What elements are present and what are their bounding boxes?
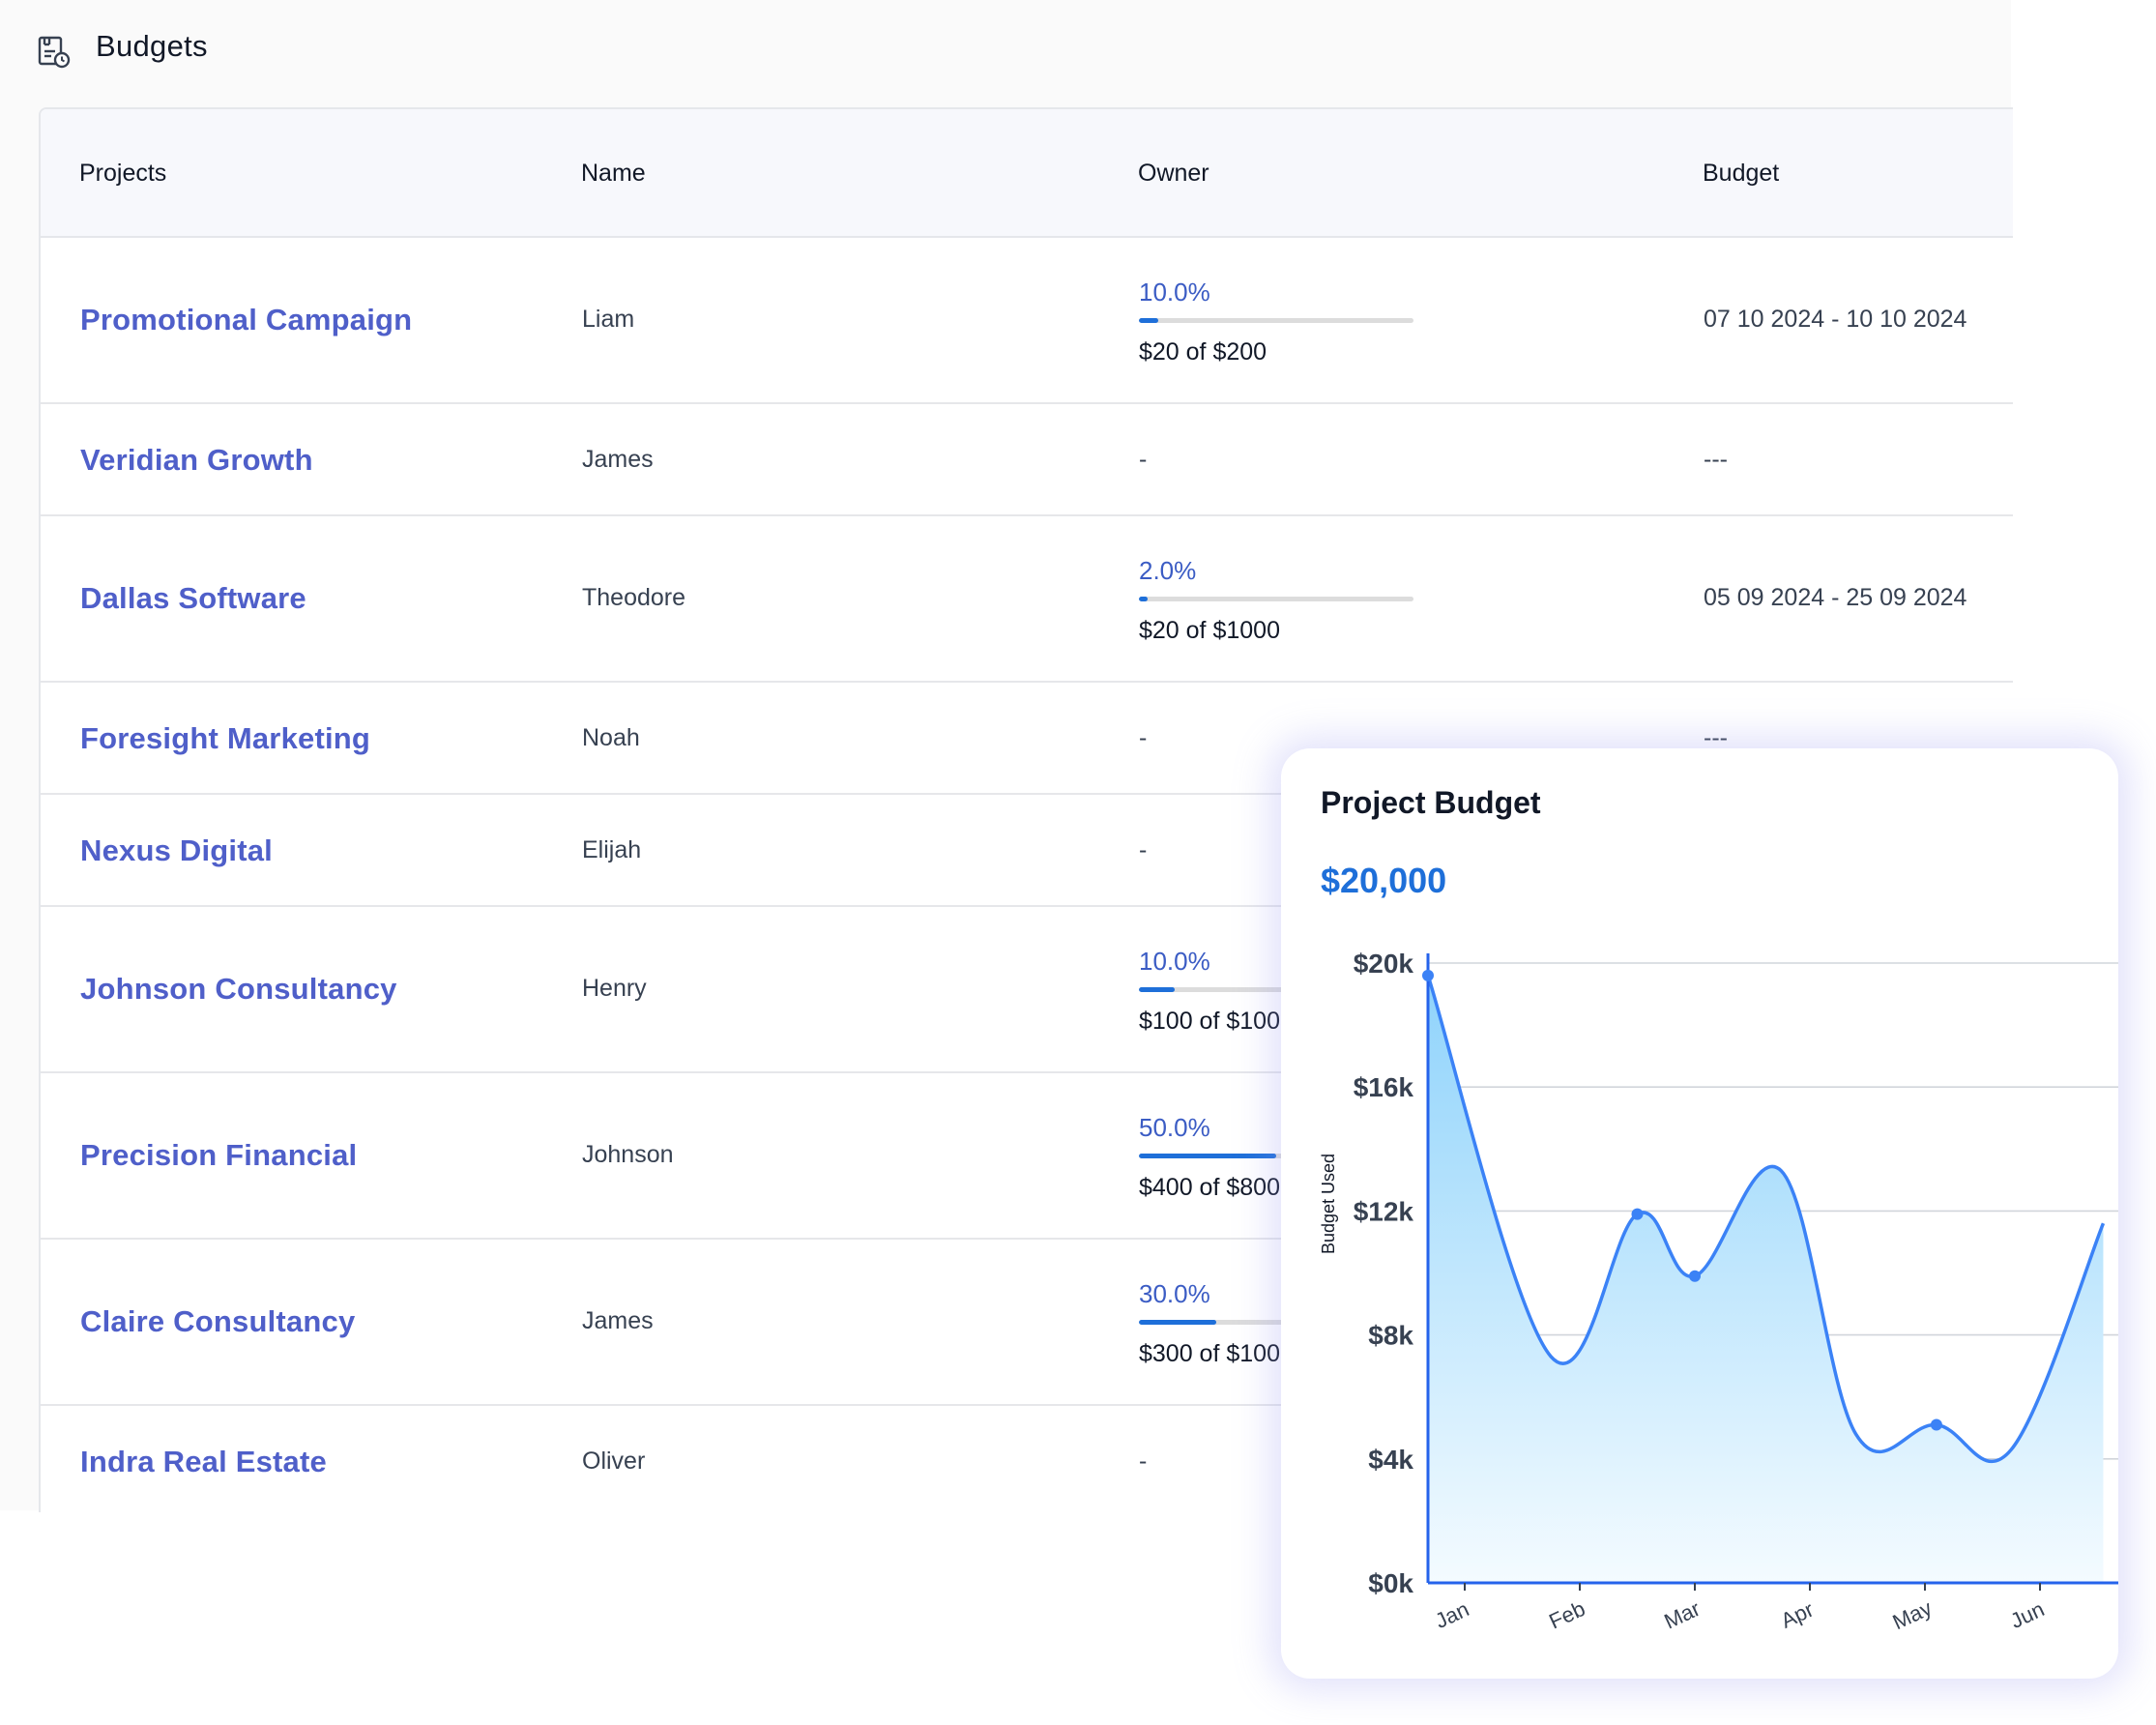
progress-percent: 2.0%: [1139, 556, 1197, 585]
x-tick-label: May: [1889, 1595, 1936, 1634]
x-tick-label: Feb: [1545, 1596, 1588, 1634]
data-point: [1422, 969, 1434, 981]
progress-amount: $20 of $1000: [1139, 617, 1280, 644]
owner-name: Theodore: [582, 584, 686, 611]
data-point: [1631, 1208, 1644, 1220]
owner-name: Johnson: [582, 1141, 674, 1168]
x-tick-label: Apr: [1777, 1597, 1818, 1633]
table-row[interactable]: Dallas Software Theodore 2.0% $20 of $10…: [41, 516, 2013, 683]
owner-name: Noah: [582, 724, 640, 751]
page-header: Budgets: [0, 0, 2011, 106]
project-link[interactable]: Indra Real Estate: [80, 1445, 327, 1479]
y-axis-label: Budget Used: [1319, 1154, 1338, 1254]
project-link[interactable]: Nexus Digital: [80, 833, 273, 868]
progress-percent: 50.0%: [1139, 1113, 1210, 1142]
column-header-budget[interactable]: Budget: [1703, 160, 1779, 188]
progress-amount: $100 of $100: [1139, 1008, 1280, 1035]
data-point: [1930, 1418, 1942, 1431]
project-link[interactable]: Veridian Growth: [80, 443, 313, 478]
y-tick-label: $0k: [1368, 1568, 1413, 1598]
table-row[interactable]: Veridian Growth James - ---: [41, 404, 2013, 516]
project-budget-card: $0k $4k $8k $12k $16k $20k Jan Feb Mar Apr May Jun …: [1281, 748, 2118, 1679]
progress-bar: [1139, 597, 1413, 601]
data-point: [1689, 1270, 1701, 1282]
progress-amount: $20 of $200: [1139, 338, 1267, 365]
owner-name: Oliver: [582, 1447, 646, 1475]
progress-percent: 10.0%: [1139, 947, 1210, 976]
page-title: Budgets: [96, 29, 208, 63]
y-tick-label: $4k: [1368, 1445, 1413, 1475]
budget-date-range: 07 10 2024 - 10 10 2024: [1704, 306, 1967, 333]
budget-date-range: 05 09 2024 - 25 09 2024: [1704, 584, 1967, 611]
project-link[interactable]: Claire Consultancy: [80, 1304, 355, 1339]
owner-empty: -: [1139, 446, 1148, 473]
area-fill: [1428, 975, 2104, 1583]
column-header-name[interactable]: Name: [581, 160, 646, 188]
progress-amount: $300 of $100: [1139, 1340, 1280, 1367]
progress-percent: 10.0%: [1139, 278, 1210, 307]
x-tick-label: Mar: [1660, 1596, 1704, 1634]
owner-empty: -: [1139, 836, 1148, 863]
table-row[interactable]: Promotional Campaign Liam 10.0% $20 of $…: [41, 238, 2013, 404]
progress-bar-fill: [1139, 1154, 1276, 1158]
x-tick-label: Jan: [1431, 1596, 1472, 1633]
progress-bar-fill: [1139, 318, 1158, 323]
owner-empty: -: [1139, 724, 1148, 751]
progress-percent: 30.0%: [1139, 1279, 1210, 1308]
owner-name: James: [582, 446, 654, 473]
project-link[interactable]: Foresight Marketing: [80, 721, 370, 756]
y-tick-label: $12k: [1354, 1196, 1414, 1226]
owner-name: Liam: [582, 306, 635, 333]
progress-bar-fill: [1139, 597, 1148, 601]
progress-bar-fill: [1139, 1320, 1216, 1325]
budget-total: $20,000: [1321, 861, 1447, 900]
x-tick-label: Jun: [2006, 1596, 2048, 1633]
y-tick-label: $16k: [1354, 1072, 1414, 1102]
owner-empty: -: [1139, 1447, 1148, 1475]
column-header-owner[interactable]: Owner: [1138, 160, 1209, 188]
y-tick-label: $20k: [1354, 949, 1414, 979]
owner-name: Elijah: [582, 836, 642, 863]
progress-bar-fill: [1139, 987, 1175, 992]
column-header-projects[interactable]: Projects: [79, 160, 166, 188]
y-tick-label: $8k: [1368, 1321, 1413, 1351]
owner-name: James: [582, 1307, 654, 1334]
card-title: Project Budget: [1321, 785, 1541, 820]
project-link[interactable]: Precision Financial: [80, 1138, 357, 1173]
project-link[interactable]: Johnson Consultancy: [80, 972, 397, 1007]
project-link[interactable]: Dallas Software: [80, 581, 306, 616]
budget-report-icon: [38, 36, 71, 69]
table-header: Projects Name Owner Budget: [41, 109, 2013, 238]
owner-name: Henry: [582, 975, 647, 1002]
progress-bar: [1139, 318, 1413, 323]
budget-empty: ---: [1704, 446, 1728, 473]
progress-amount: $400 of $800: [1139, 1174, 1280, 1201]
project-link[interactable]: Promotional Campaign: [80, 303, 412, 337]
